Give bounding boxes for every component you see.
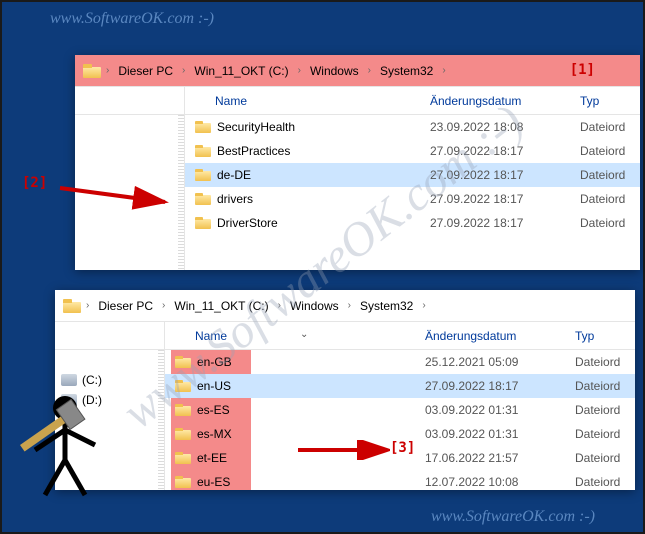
file-date: 27.09.2022 18:17 <box>430 192 580 206</box>
explorer-window-1: › Dieser PC › Win_11_OKT (C:) › Windows … <box>75 55 640 270</box>
file-date: 03.09.2022 01:31 <box>425 427 575 441</box>
table-row[interactable]: SecurityHealth23.09.2022 18:08Dateiord <box>185 115 640 139</box>
table-row[interactable]: drivers27.09.2022 18:17Dateiord <box>185 187 640 211</box>
column-header-name[interactable]: Name <box>185 94 430 108</box>
file-date: 27.09.2022 18:17 <box>425 379 575 393</box>
table-row[interactable]: en-US27.09.2022 18:17Dateiord <box>165 374 635 398</box>
file-name: en-GB <box>197 355 425 369</box>
file-type: Dateiord <box>580 144 640 158</box>
folder-icon <box>175 428 191 440</box>
file-date: 27.09.2022 18:17 <box>430 168 580 182</box>
folder-icon <box>195 193 211 205</box>
drive-icon <box>61 374 77 386</box>
file-name: es-MX <box>197 427 425 441</box>
sort-chevron-icon[interactable]: ⌄ <box>300 329 308 340</box>
column-header-type[interactable]: Typ <box>575 329 635 343</box>
chevron-right-icon[interactable]: › <box>420 300 427 311</box>
file-list: SecurityHealth23.09.2022 18:08DateiordBe… <box>185 115 640 270</box>
watermark-bottom: www.SoftwareOK.com :-) <box>431 508 595 526</box>
folder-icon <box>175 476 191 488</box>
table-row[interactable]: de-DE27.09.2022 18:17Dateiord <box>185 163 640 187</box>
breadcrumb-item[interactable]: Windows <box>286 299 343 313</box>
decorative-figure-icon <box>10 390 120 510</box>
file-name: DriverStore <box>217 216 430 230</box>
file-type: Dateiord <box>580 192 640 206</box>
file-type: Dateiord <box>580 120 640 134</box>
annotation-3: [3] <box>390 440 415 456</box>
breadcrumb-item[interactable]: Dieser PC <box>94 299 157 313</box>
breadcrumb-item[interactable]: System32 <box>356 299 417 313</box>
breadcrumb-item[interactable]: Windows <box>306 64 363 78</box>
folder-icon <box>63 299 81 313</box>
annotation-2: [2] <box>22 175 47 191</box>
file-name: eu-ES <box>197 475 425 489</box>
folder-icon <box>175 404 191 416</box>
column-header-row: Name ⌄ Änderungsdatum Typ <box>55 322 635 350</box>
arrow-icon <box>55 180 175 220</box>
chevron-right-icon[interactable]: › <box>160 300 167 311</box>
file-name: es-ES <box>197 403 425 417</box>
chevron-right-icon[interactable]: › <box>84 300 91 311</box>
breadcrumb-bar[interactable]: › Dieser PC › Win_11_OKT (C:) › Windows … <box>55 290 635 322</box>
chevron-right-icon[interactable]: › <box>104 65 111 76</box>
file-type: Dateiord <box>580 216 640 230</box>
breadcrumb-item[interactable]: Win_11_OKT (C:) <box>170 299 272 313</box>
table-row[interactable]: en-GB25.12.2021 05:09Dateiord <box>165 350 635 374</box>
folder-icon <box>195 217 211 229</box>
breadcrumb-item[interactable]: Dieser PC <box>114 64 177 78</box>
folder-icon <box>83 64 101 78</box>
column-header-row: Name Änderungsdatum Typ <box>75 87 640 115</box>
chevron-right-icon[interactable]: › <box>180 65 187 76</box>
file-type: Dateiord <box>575 451 635 465</box>
folder-icon <box>175 380 191 392</box>
file-date: 03.09.2022 01:31 <box>425 403 575 417</box>
column-header-type[interactable]: Typ <box>580 94 640 108</box>
breadcrumb-item[interactable]: Win_11_OKT (C:) <box>190 64 292 78</box>
breadcrumb-item[interactable]: System32 <box>376 64 437 78</box>
chevron-right-icon[interactable]: › <box>296 65 303 76</box>
table-row[interactable]: eu-ES12.07.2022 10:08Dateiord <box>165 470 635 490</box>
sidebar-drive-c[interactable]: (C:) <box>55 370 164 390</box>
file-type: Dateiord <box>575 355 635 369</box>
chevron-right-icon[interactable]: › <box>366 65 373 76</box>
arrow-icon <box>290 440 390 460</box>
column-header-date[interactable]: Änderungsdatum <box>430 94 580 108</box>
table-row[interactable]: BestPractices27.09.2022 18:17Dateiord <box>185 139 640 163</box>
file-list: en-GB25.12.2021 05:09Dateiorden-US27.09.… <box>165 350 635 490</box>
chevron-right-icon[interactable]: › <box>276 300 283 311</box>
file-name: BestPractices <box>217 144 430 158</box>
folder-icon <box>175 452 191 464</box>
folder-icon <box>175 356 191 368</box>
column-header-date[interactable]: Änderungsdatum <box>425 329 575 343</box>
explorer-window-2: › Dieser PC › Win_11_OKT (C:) › Windows … <box>55 290 635 490</box>
file-date: 27.09.2022 18:17 <box>430 216 580 230</box>
file-name: SecurityHealth <box>217 120 430 134</box>
file-type: Dateiord <box>580 168 640 182</box>
file-type: Dateiord <box>575 403 635 417</box>
file-date: 12.07.2022 10:08 <box>425 475 575 489</box>
folder-icon <box>195 145 211 157</box>
chevron-right-icon[interactable]: › <box>440 65 447 76</box>
table-row[interactable]: DriverStore27.09.2022 18:17Dateiord <box>185 211 640 235</box>
file-date: 17.06.2022 21:57 <box>425 451 575 465</box>
file-name: en-US <box>197 379 425 393</box>
file-type: Dateiord <box>575 379 635 393</box>
annotation-1: [1] <box>570 62 595 78</box>
chevron-right-icon[interactable]: › <box>346 300 353 311</box>
folder-icon <box>195 121 211 133</box>
breadcrumb-bar[interactable]: › Dieser PC › Win_11_OKT (C:) › Windows … <box>75 55 640 87</box>
table-row[interactable]: es-ES03.09.2022 01:31Dateiord <box>165 398 635 422</box>
file-name: de-DE <box>217 168 430 182</box>
file-type: Dateiord <box>575 427 635 441</box>
folder-icon <box>195 169 211 181</box>
watermark-top: www.SoftwareOK.com :-) <box>50 10 214 28</box>
file-date: 27.09.2022 18:17 <box>430 144 580 158</box>
file-date: 25.12.2021 05:09 <box>425 355 575 369</box>
file-date: 23.09.2022 18:08 <box>430 120 580 134</box>
file-name: drivers <box>217 192 430 206</box>
column-header-name[interactable]: Name ⌄ <box>165 329 425 343</box>
file-type: Dateiord <box>575 475 635 489</box>
